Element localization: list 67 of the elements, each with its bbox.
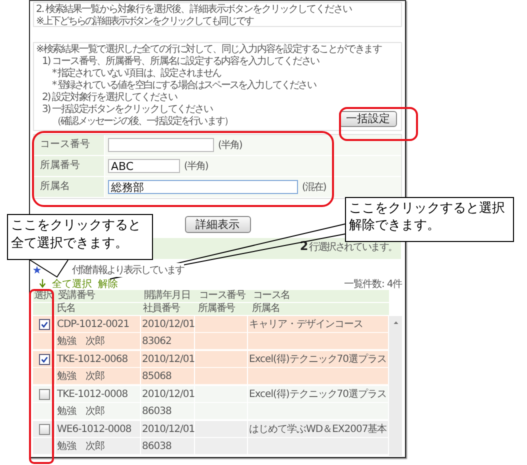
down-arrow-icon [39, 279, 46, 288]
instruction-step: 3) 一括設定ボタンをクリックしてください [36, 104, 212, 116]
bulk-set-button[interactable]: 一括設定 [339, 111, 397, 127]
table-cell: TKE-1012-0068 [57, 354, 128, 365]
field-label: 所属番号 [34, 156, 105, 176]
info-note: 付随情報より表示しています [72, 262, 184, 276]
table-cell: 83062 [142, 336, 172, 347]
detail-button[interactable]: 詳細表示 [184, 216, 250, 234]
table-cell: 85068 [142, 371, 172, 382]
instruction-step: 2) 設定対象行を選択してください [36, 92, 177, 104]
field-label: 所属名 [34, 177, 105, 197]
field-hint: (混在) [302, 181, 326, 194]
table-cell: 勉強 次郎 [57, 336, 104, 347]
input-field[interactable] [108, 138, 214, 152]
checkbox[interactable] [39, 424, 50, 434]
checkbox[interactable] [39, 318, 50, 330]
list-count: 一覧件数: 4件 [344, 278, 402, 290]
column-header: 氏名 [56, 303, 76, 315]
table-row[interactable]: WE6-1012-0008 2010/12/01 はじめて学ぶWD＆EX2007基本 勉強 次郎 86038 [33, 421, 389, 456]
table-cell: Excel(得)テクニック70選プラス [249, 389, 387, 400]
table-cell: WE6-1012-0008 [57, 424, 132, 435]
column-header: コース名 [252, 290, 291, 302]
clear-link[interactable]: 解除 [98, 276, 118, 290]
table-cell: 86038 [142, 441, 172, 452]
table-cell: CDP-1012-0021 [57, 319, 130, 330]
column-header: 受講番号 [57, 290, 96, 302]
field-label: コース番号 [34, 135, 105, 155]
table-cell: Excel(得)テクニック70選プラス [249, 354, 387, 365]
table-row[interactable]: TKE-1012-0068 2010/12/01 Excel(得)テクニック70選プラス 勉強 次郎 85068 [33, 351, 389, 386]
table-cell: キャリア・デザインコース [249, 319, 363, 330]
instruction-text: ※検索結果一覧で選択した全ての行に対して、同じ入力内容を設定することができます [36, 44, 382, 56]
instruction-note: * 登録されている値を空白にする場合はスペースを入力してください [51, 80, 316, 92]
table-cell: 勉強 次郎 [57, 441, 104, 452]
input-field[interactable]: 総務部 [108, 180, 298, 194]
scroll-up-icon[interactable] [392, 320, 398, 325]
instruction-step: 1) コース番号、所属番号、所属名に設定する内容を入力してください [36, 56, 320, 68]
checkbox[interactable] [39, 354, 50, 364]
callout-box: ここをクリックすると全て選択できます。 [7, 214, 153, 260]
table-cell: 2010/12/01 [142, 424, 195, 435]
field-hint: (半角) [218, 138, 242, 152]
table-cell: 2010/12/01 [142, 354, 195, 365]
input-field[interactable]: ABC [108, 159, 180, 173]
checkbox[interactable] [39, 388, 50, 400]
table-cell: 2010/12/01 [142, 319, 195, 330]
table-cell: 2010/12/01 [142, 389, 195, 400]
column-header: 所属名 [251, 303, 281, 315]
callout-pointer [30, 260, 68, 278]
table-row[interactable]: CDP-1012-0021 2010/12/01 キャリア・デザインコース 勉強 次郎 83062 [33, 316, 389, 351]
instruction-note: ※上下どちらの詳細表示ボタンをクリックしても同じです [36, 16, 254, 27]
table-cell: 勉強 次郎 [57, 406, 104, 417]
column-header: 所属番号 [197, 303, 236, 315]
table-cell: 86038 [142, 406, 172, 417]
table-row[interactable]: TKE-1012-0008 2010/12/01 Excel(得)テクニック70選プラス 勉強 次郎 86038 [33, 386, 389, 421]
select-all-link[interactable]: 全て選択 [52, 276, 92, 290]
column-header: コース番号 [198, 290, 246, 302]
column-header: 社員番号 [142, 303, 181, 315]
column-header: 開講年月日 [143, 290, 192, 302]
table-cell: TKE-1012-0008 [57, 389, 128, 400]
callout-box: ここをクリックすると選択解除できます。 [345, 197, 514, 242]
table-cell: はじめて学ぶWD＆EX2007基本 [249, 424, 387, 435]
scrollbar[interactable] [389, 316, 402, 456]
table-cell: 勉強 次郎 [57, 371, 104, 382]
star-icon [33, 266, 41, 274]
instruction-title: 2. 検索結果一覧から対象行を選択後、詳細表示ボタンをクリックしてください [36, 4, 353, 16]
field-hint: (半角) [184, 160, 208, 173]
instruction-note: （確認メッセージの後、一括設定を行います） [51, 116, 233, 128]
instruction-note: * 指定されていない項目は、設定されません [51, 68, 221, 80]
